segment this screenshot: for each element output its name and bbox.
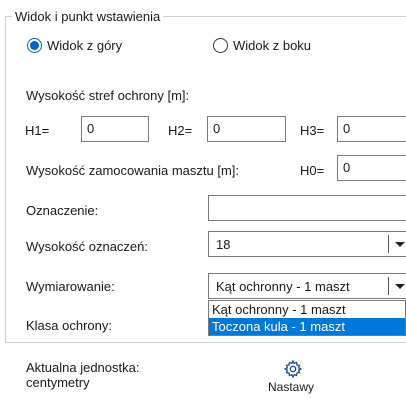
- designation-label: Oznaczenie:: [26, 203, 99, 218]
- dropdown-option-protection-angle[interactable]: Kąt ochronny - 1 maszt: [209, 301, 405, 318]
- dimensioning-dropdown-list[interactable]: Kąt ochronny - 1 maszt Toczona kula - 1 …: [208, 300, 406, 336]
- dropdown-option-rolling-sphere[interactable]: Toczona kula - 1 maszt: [209, 318, 405, 335]
- radio-top-view-indicator[interactable]: [27, 38, 42, 53]
- current-unit-label: Aktualna jednostka:: [26, 360, 140, 375]
- h1-input[interactable]: 0: [81, 116, 149, 142]
- groupbox-title: Widok i punkt wstawienia: [12, 9, 164, 24]
- h1-label: H1=: [25, 123, 50, 138]
- combo-separator: [388, 235, 389, 253]
- radio-top-view-label: Widok z góry: [47, 38, 123, 53]
- designation-height-value: 18: [216, 237, 231, 252]
- h2-label: H2=: [168, 123, 193, 138]
- radio-side-view-label: Widok z boku: [233, 38, 312, 53]
- zones-height-label: Wysokość stref ochrony [m]:: [26, 88, 190, 103]
- h0-label: H0=: [300, 163, 325, 178]
- chevron-down-icon[interactable]: [395, 284, 405, 289]
- designation-input[interactable]: [208, 195, 406, 221]
- radio-side-view[interactable]: Widok z boku: [213, 38, 311, 53]
- current-unit-value: centymetry: [26, 375, 90, 390]
- h0-input[interactable]: 0: [337, 155, 406, 181]
- combo-separator: [388, 277, 389, 295]
- dimensioning-combo[interactable]: Kąt ochronny - 1 maszt: [208, 273, 406, 299]
- h3-input[interactable]: 0: [337, 116, 406, 142]
- radio-top-view[interactable]: Widok z góry: [27, 38, 122, 53]
- chevron-down-icon[interactable]: [395, 242, 405, 247]
- radio-side-view-indicator[interactable]: [213, 38, 228, 53]
- mast-height-label: Wysokość zamocowania masztu [m]:: [26, 163, 240, 178]
- dimensioning-value: Kąt ochronny - 1 maszt: [216, 279, 350, 294]
- h3-label: H3=: [300, 123, 325, 138]
- settings-button-label[interactable]: Nastawy: [268, 380, 314, 394]
- protection-class-label: Klasa ochrony:: [26, 318, 112, 333]
- gear-icon[interactable]: [283, 359, 303, 379]
- designation-height-combo[interactable]: 18: [208, 231, 406, 257]
- h2-input[interactable]: 0: [207, 116, 286, 142]
- dimensioning-label: Wymiarowanie:: [26, 279, 115, 294]
- designation-height-label: Wysokość oznaczeń:: [26, 239, 148, 254]
